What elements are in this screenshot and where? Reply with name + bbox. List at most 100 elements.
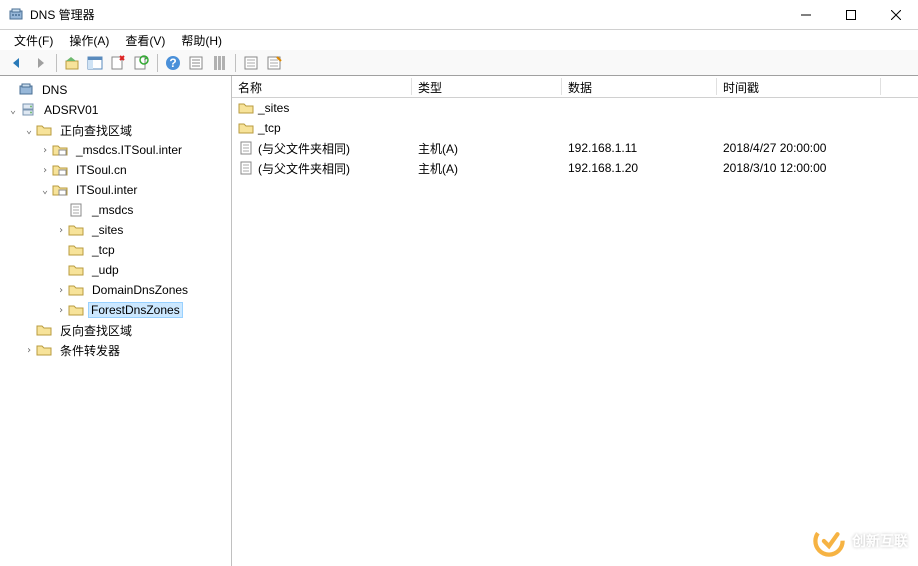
- tree-sub-udp[interactable]: _udp: [0, 260, 231, 280]
- tree-sub-tcp[interactable]: _tcp: [0, 240, 231, 260]
- toolbar-separator: [56, 54, 57, 72]
- record-name: (与父文件夹相同): [258, 140, 350, 157]
- tree-toggle[interactable]: [4, 83, 18, 97]
- expand-toggle[interactable]: ⌄: [6, 103, 20, 117]
- tree-label: ITSoul.cn: [72, 161, 131, 179]
- delete-button[interactable]: [107, 52, 129, 74]
- record-name: (与父文件夹相同): [258, 160, 350, 177]
- expand-toggle[interactable]: ›: [54, 283, 68, 297]
- cell-name: (与父文件夹相同): [232, 160, 412, 177]
- folder-icon: [238, 120, 254, 136]
- title-bar: DNS 管理器: [0, 0, 918, 30]
- help-button[interactable]: ?: [162, 52, 184, 74]
- list-row[interactable]: (与父文件夹相同) 主机(A)192.168.1.202018/3/10 12:0…: [232, 158, 918, 178]
- back-button[interactable]: [6, 52, 28, 74]
- cell-name: (与父文件夹相同): [232, 140, 412, 157]
- window-title: DNS 管理器: [30, 6, 783, 23]
- menu-file[interactable]: 文件(F): [6, 30, 61, 51]
- properties-button[interactable]: [185, 52, 207, 74]
- tree-sub-sites[interactable]: › _sites: [0, 220, 231, 240]
- tree-label: ITSoul.inter: [72, 181, 141, 199]
- zone-icon: [52, 182, 68, 198]
- tree-label: _msdcs.ITSoul.inter: [72, 141, 186, 159]
- toolbar: ?: [0, 50, 918, 76]
- maximize-button[interactable]: [828, 0, 873, 30]
- tree-label: _msdcs: [88, 201, 137, 219]
- export-button[interactable]: [263, 52, 285, 74]
- list-row[interactable]: (与父文件夹相同)主机(A)192.168.1.112018/4/27 20:0…: [232, 138, 918, 158]
- folder-icon: [36, 122, 52, 138]
- filter-button[interactable]: [208, 52, 230, 74]
- record-icon: [68, 202, 84, 218]
- record-name: _tcp: [258, 121, 281, 135]
- refresh-button[interactable]: [130, 52, 152, 74]
- tree-sub-forestdns[interactable]: › ForestDnsZones: [0, 300, 231, 320]
- show-hide-tree-button[interactable]: [84, 52, 106, 74]
- record-icon: [238, 140, 254, 156]
- server-icon: [20, 102, 36, 118]
- column-name[interactable]: 名称: [232, 76, 412, 97]
- folder-icon: [68, 282, 84, 298]
- tree-fwd-zone[interactable]: ⌄ 正向查找区域: [0, 120, 231, 140]
- close-button[interactable]: [873, 0, 918, 30]
- tree: DNS ⌄ ADSRV01 ⌄ 正向查找区域 › _msdcs.ITSoul.i…: [0, 80, 231, 360]
- menu-bar: 文件(F) 操作(A) 查看(V) 帮助(H): [0, 30, 918, 50]
- cell-type: 主机(A): [412, 140, 562, 157]
- toolbar-separator: [235, 54, 236, 72]
- new-button[interactable]: [240, 52, 262, 74]
- folder-icon: [36, 322, 52, 338]
- window-controls: [783, 0, 918, 29]
- tree-zone-inter[interactable]: ⌄ ITSoul.inter: [0, 180, 231, 200]
- expand-toggle[interactable]: ⌄: [22, 123, 36, 137]
- column-timestamp[interactable]: 时间戳: [717, 76, 881, 97]
- tree-sub-domaindns[interactable]: › DomainDnsZones: [0, 280, 231, 300]
- tree-cond-fwd[interactable]: › 条件转发器: [0, 340, 231, 360]
- tree-label: _sites: [88, 221, 127, 239]
- main-area: DNS ⌄ ADSRV01 ⌄ 正向查找区域 › _msdcs.ITSoul.i…: [0, 76, 918, 566]
- folder-icon: [68, 222, 84, 238]
- tree-root-dns[interactable]: DNS: [0, 80, 231, 100]
- cell-type: 主机(A): [412, 160, 562, 177]
- folder-icon: [36, 342, 52, 358]
- expand-toggle[interactable]: ⌄: [38, 183, 52, 197]
- cell-name: _tcp: [232, 120, 412, 136]
- menu-action[interactable]: 操作(A): [61, 30, 117, 51]
- up-button[interactable]: [61, 52, 83, 74]
- cell-timestamp: 2018/4/27 20:00:00: [717, 141, 881, 155]
- watermark-icon: [812, 524, 846, 558]
- column-data[interactable]: 数据: [562, 76, 717, 97]
- expand-toggle[interactable]: ›: [54, 223, 68, 237]
- expand-toggle[interactable]: ›: [54, 303, 68, 317]
- record-icon: [238, 160, 254, 176]
- cell-timestamp: 2018/3/10 12:00:00: [717, 161, 881, 175]
- record-name: _sites: [258, 101, 289, 115]
- folder-icon: [68, 242, 84, 258]
- folder-icon: [238, 100, 254, 116]
- expand-toggle[interactable]: ›: [22, 343, 36, 357]
- zone-icon: [52, 162, 68, 178]
- expand-toggle[interactable]: ›: [38, 143, 52, 157]
- minimize-button[interactable]: [783, 0, 828, 30]
- forward-button[interactable]: [29, 52, 51, 74]
- dns-icon: [18, 82, 34, 98]
- tree-label: _udp: [88, 261, 123, 279]
- list-panel[interactable]: 名称 类型 数据 时间戳 _sites _tcp (与父文件夹相同) 主机(A)192…: [232, 76, 918, 566]
- tree-zone-cn[interactable]: › ITSoul.cn: [0, 160, 231, 180]
- expand-toggle[interactable]: ›: [38, 163, 52, 177]
- menu-help[interactable]: 帮助(H): [173, 30, 230, 51]
- cell-data: 192.168.1.20: [562, 161, 717, 175]
- list-row[interactable]: _tcp: [232, 118, 918, 138]
- list-header: 名称 类型 数据 时间戳: [232, 76, 918, 98]
- tree-label: ADSRV01: [40, 101, 102, 119]
- list-row[interactable]: _sites: [232, 98, 918, 118]
- tree-server[interactable]: ⌄ ADSRV01: [0, 100, 231, 120]
- tree-label: DNS: [38, 81, 71, 99]
- watermark-text: 创新互联: [852, 531, 908, 551]
- tree-panel[interactable]: DNS ⌄ ADSRV01 ⌄ 正向查找区域 › _msdcs.ITSoul.i…: [0, 76, 232, 566]
- menu-view[interactable]: 查看(V): [117, 30, 173, 51]
- tree-rev-zone[interactable]: 反向查找区域: [0, 320, 231, 340]
- tree-zone-msdcs[interactable]: › _msdcs.ITSoul.inter: [0, 140, 231, 160]
- column-type[interactable]: 类型: [412, 76, 562, 97]
- toolbar-separator: [157, 54, 158, 72]
- tree-sub-msdcs[interactable]: _msdcs: [0, 200, 231, 220]
